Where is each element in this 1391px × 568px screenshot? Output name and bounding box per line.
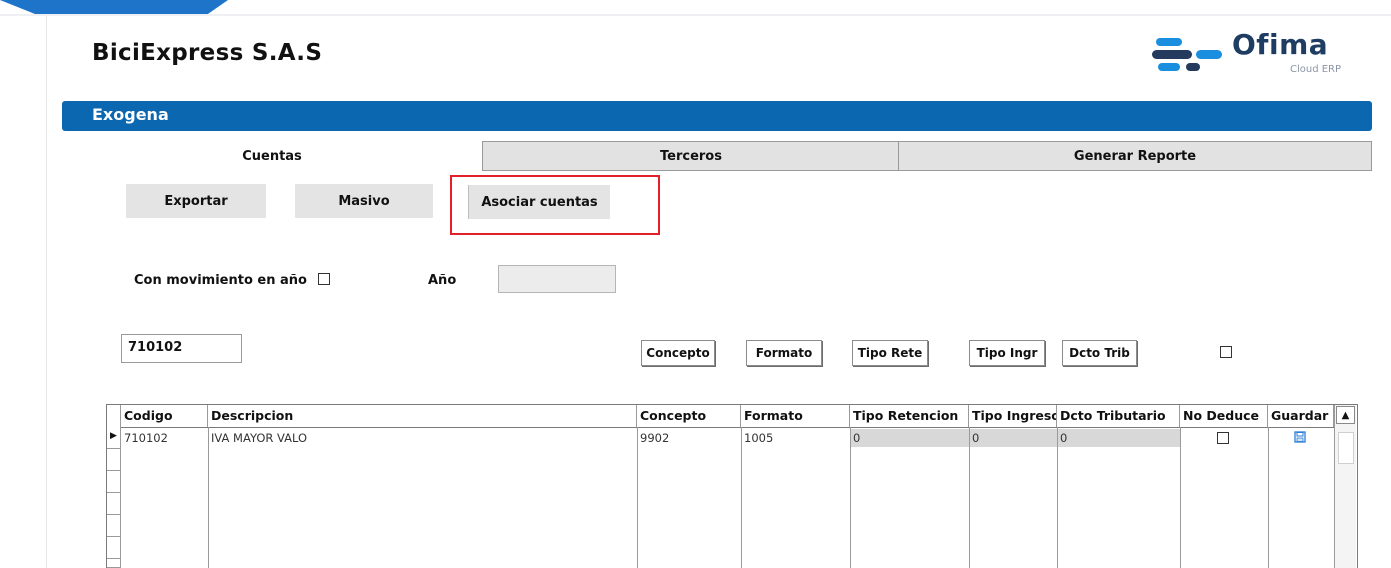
col-divider	[1268, 427, 1269, 568]
module-header-bar	[62, 101, 1372, 131]
grid-corner	[107, 405, 121, 427]
col-header-tipo-ingreso[interactable]: Tipo Ingreso	[969, 405, 1057, 427]
movimiento-checkbox[interactable]	[318, 273, 330, 285]
exportar-button[interactable]: Exportar	[126, 184, 266, 218]
cell-concepto[interactable]: 9902	[637, 430, 741, 446]
col-divider	[850, 427, 851, 568]
col-divider	[1180, 427, 1181, 568]
col-header-concepto[interactable]: Concepto	[637, 405, 741, 427]
left-border	[46, 16, 47, 568]
movimiento-label: Con movimiento en año	[134, 273, 307, 288]
scroll-thumb[interactable]	[1338, 432, 1354, 464]
tipo-rete-button[interactable]: Tipo Rete	[852, 340, 928, 366]
row-selector[interactable]	[107, 559, 121, 568]
col-header-tipo-retencion[interactable]: Tipo Retencion	[850, 405, 969, 427]
row-selector[interactable]	[107, 493, 121, 515]
tab-cuentas[interactable]: Cuentas	[62, 141, 482, 171]
col-header-guardar[interactable]: Guardar	[1268, 405, 1334, 427]
header-divider	[121, 427, 1334, 428]
cell-formato[interactable]: 1005	[741, 430, 850, 446]
logo-wordmark: Ofima	[1232, 28, 1329, 61]
cell-dcto-tributario[interactable]: 0	[1057, 430, 1180, 446]
scroll-up-button[interactable]: ▲	[1336, 406, 1355, 424]
year-field[interactable]	[498, 265, 616, 293]
row-selector-active[interactable]: ▶	[107, 427, 121, 449]
formato-button[interactable]: Formato	[746, 340, 822, 366]
year-label: Año	[428, 273, 457, 288]
cell-tipo-ingreso[interactable]: 0	[969, 430, 1057, 446]
row-selector[interactable]	[107, 537, 121, 559]
code-search-input[interactable]: 710102	[121, 334, 242, 363]
cell-descripcion[interactable]: IVA MAYOR VALO	[208, 430, 637, 446]
field-checkbox[interactable]	[1220, 346, 1232, 358]
tab-generar-reporte[interactable]: Generar Reporte	[898, 141, 1372, 171]
save-icon[interactable]	[1294, 431, 1306, 443]
logo-subtitle: Cloud ERP	[1290, 64, 1342, 75]
concepto-button[interactable]: Concepto	[641, 340, 715, 366]
col-header-codigo[interactable]: Codigo	[121, 405, 208, 427]
col-header-dcto-tributario[interactable]: Dcto Tributario	[1057, 405, 1180, 427]
col-divider	[741, 427, 742, 568]
row-selector[interactable]	[107, 471, 121, 493]
grid-scrollbar[interactable]	[1334, 405, 1356, 568]
col-divider	[637, 427, 638, 568]
row-selector[interactable]	[107, 515, 121, 537]
highlight-box	[450, 175, 660, 235]
col-header-formato[interactable]: Formato	[741, 405, 850, 427]
module-title: Exogena	[92, 105, 169, 124]
tab-terceros[interactable]: Terceros	[482, 141, 900, 171]
arrow-up-icon: ▲	[1341, 409, 1350, 421]
col-divider	[969, 427, 970, 568]
col-divider	[208, 427, 209, 568]
cell-tipo-retencion[interactable]: 0	[850, 430, 969, 446]
no-deduce-checkbox[interactable]	[1217, 432, 1229, 444]
row-pointer-icon: ▶	[110, 431, 117, 441]
row-selector[interactable]	[107, 449, 121, 471]
masivo-button[interactable]: Masivo	[295, 184, 433, 218]
dcto-trib-button[interactable]: Dcto Trib	[1062, 340, 1137, 366]
tipo-ingreso-button[interactable]: Tipo Ingr	[969, 340, 1045, 366]
col-header-no-deduce[interactable]: No Deduce	[1180, 405, 1268, 427]
col-header-descripcion[interactable]: Descripcion	[208, 405, 637, 427]
cell-codigo[interactable]: 710102	[121, 430, 208, 446]
col-divider	[1057, 427, 1058, 568]
company-name: BiciExpress S.A.S	[92, 40, 323, 66]
top-divider	[0, 14, 1391, 16]
